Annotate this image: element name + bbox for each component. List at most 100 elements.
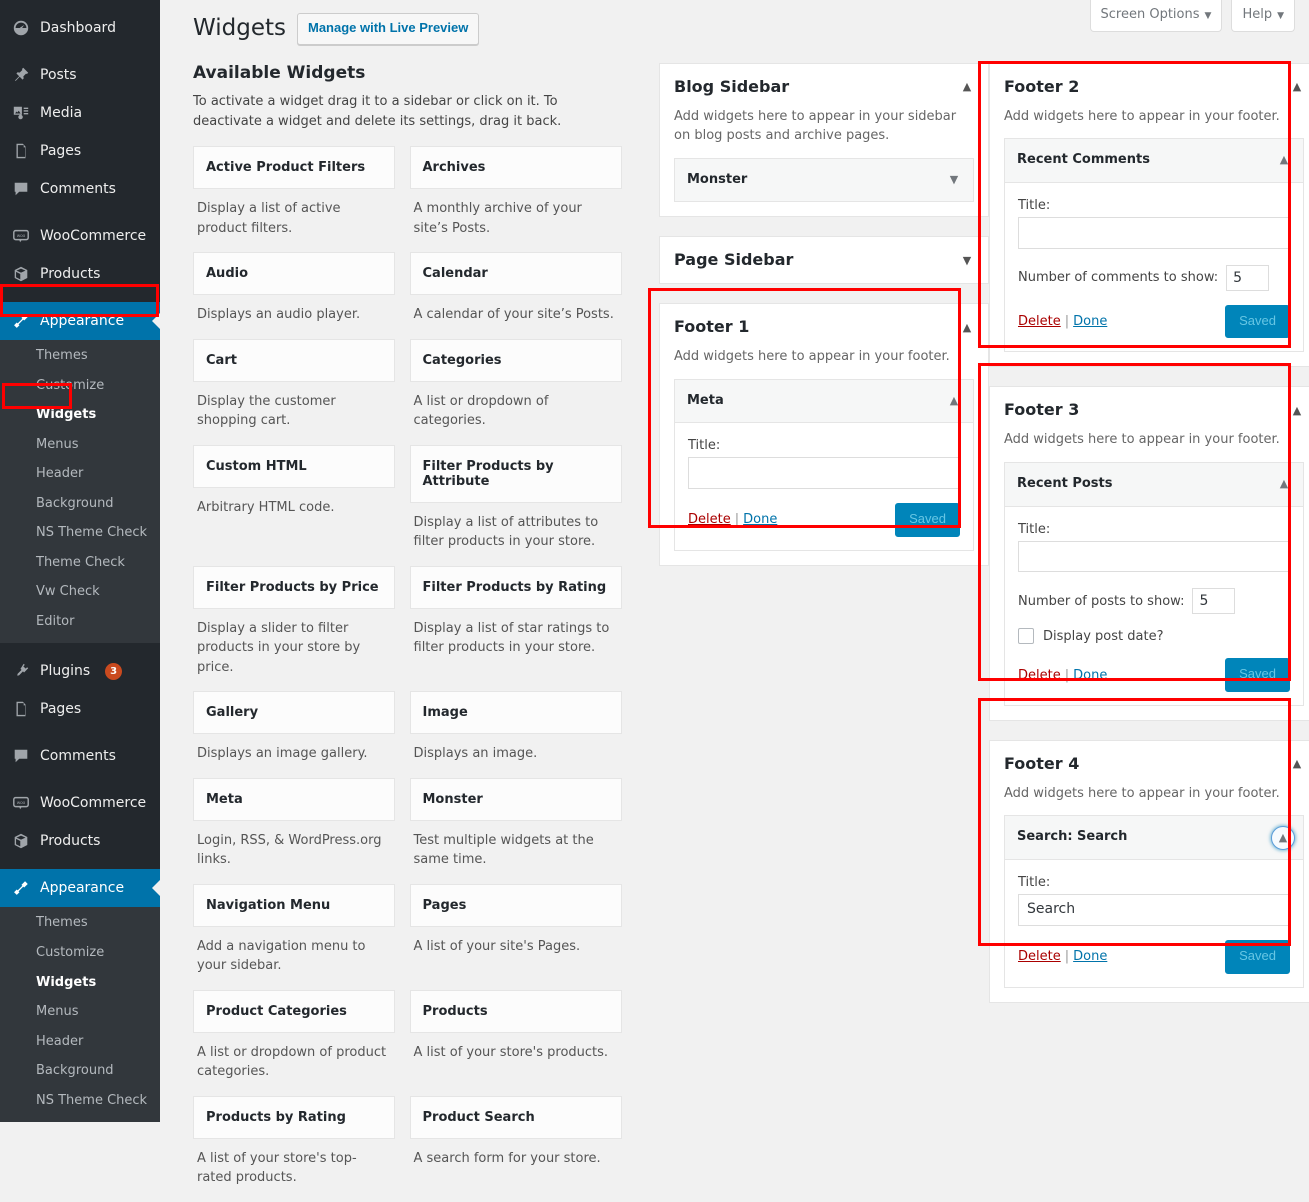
sidebar-item-comments[interactable]: Comments <box>0 170 160 208</box>
submenu-item-ns-theme-check-2[interactable]: NS Theme Check <box>0 1086 160 1116</box>
sidebar-item-products-2[interactable]: Products <box>0 822 160 860</box>
save-button[interactable]: Saved <box>895 503 960 537</box>
chevron-up-icon[interactable]: ▲ <box>1271 826 1295 850</box>
available-widget-description: Display a list of star ratings to filter… <box>410 609 623 658</box>
chevron-up-icon[interactable]: ▲ <box>947 394 961 408</box>
posts-count-input[interactable] <box>1192 588 1235 614</box>
submenu-item-menus-2[interactable]: Menus <box>0 997 160 1027</box>
submenu-item-themes[interactable]: Themes <box>0 341 160 371</box>
sidebar-item-posts[interactable]: Posts <box>0 56 160 94</box>
delete-link[interactable]: Delete <box>1018 668 1061 683</box>
available-widget-button[interactable]: Categories <box>410 339 623 382</box>
save-button[interactable]: Saved <box>1225 305 1290 339</box>
title-input[interactable] <box>1018 217 1290 249</box>
panel-header[interactable]: Footer 3 ▲ Add widgets here to appear in… <box>990 387 1309 461</box>
manage-live-preview-button[interactable]: Manage with Live Preview <box>297 13 479 45</box>
chevron-up-icon[interactable]: ▲ <box>1290 80 1304 94</box>
available-widget-button[interactable]: Gallery <box>193 691 395 734</box>
chevron-up-icon[interactable]: ▲ <box>960 320 974 334</box>
sidebar-item-pages-2[interactable]: Pages <box>0 690 160 728</box>
panel-header[interactable]: Blog Sidebar ▲ Add widgets here to appea… <box>660 64 988 158</box>
available-widget-button[interactable]: Pages <box>410 884 623 927</box>
done-link[interactable]: Done <box>1073 949 1107 964</box>
submenu-item-theme-check-2[interactable]: Theme Check <box>0 1115 160 1122</box>
available-widget-button[interactable]: Products by Rating <box>193 1096 395 1139</box>
available-widget-button[interactable]: Calendar <box>410 252 623 295</box>
screen-options-button[interactable]: Screen Options▼ <box>1090 0 1223 32</box>
panel-header[interactable]: Footer 1 ▲ Add widgets here to appear in… <box>660 304 988 378</box>
submenu-item-editor[interactable]: Editor <box>0 607 160 637</box>
available-widget-button[interactable]: Audio <box>193 252 395 295</box>
available-widget-button[interactable]: Cart <box>193 339 395 382</box>
submenu-item-widgets-2[interactable]: Widgets <box>0 968 160 998</box>
available-widget-button[interactable]: Filter Products by Attribute <box>410 445 623 503</box>
submenu-item-customize[interactable]: Customize <box>0 371 160 401</box>
sidebar-item-woocommerce-2[interactable]: woo WooCommerce <box>0 784 160 822</box>
sidebar-item-plugins[interactable]: Plugins 3 <box>0 652 160 690</box>
title-label: Title: <box>688 438 960 453</box>
submenu-item-menus[interactable]: Menus <box>0 430 160 460</box>
submenu-item-theme-check[interactable]: Theme Check <box>0 548 160 578</box>
submenu-item-vw-check[interactable]: Vw Check <box>0 577 160 607</box>
chevron-down-icon[interactable]: ▼ <box>960 253 974 267</box>
chevron-down-icon[interactable]: ▼ <box>947 173 961 187</box>
done-link[interactable]: Done <box>1073 668 1107 683</box>
save-button[interactable]: Saved <box>1225 940 1290 974</box>
submenu-item-header[interactable]: Header <box>0 459 160 489</box>
delete-link[interactable]: Delete <box>688 512 731 527</box>
available-widget-button[interactable]: Product Search <box>410 1096 623 1139</box>
delete-link[interactable]: Delete <box>1018 949 1061 964</box>
available-widget-button[interactable]: Custom HTML <box>193 445 395 488</box>
title-input[interactable] <box>1018 541 1290 573</box>
available-widget-button[interactable]: Active Product Filters <box>193 146 395 189</box>
available-widget-button[interactable]: Monster <box>410 778 623 821</box>
save-button[interactable]: Saved <box>1225 658 1290 692</box>
submenu-item-widgets[interactable]: Widgets <box>0 400 160 430</box>
submenu-item-background-2[interactable]: Background <box>0 1056 160 1086</box>
chevron-up-icon[interactable]: ▲ <box>1290 403 1304 417</box>
sidebar-item-dashboard[interactable]: Dashboard <box>0 9 160 47</box>
available-widget-button[interactable]: Product Categories <box>193 990 395 1033</box>
done-link[interactable]: Done <box>743 512 777 527</box>
chevron-up-icon[interactable]: ▲ <box>960 80 974 94</box>
submenu-item-ns-theme-check[interactable]: NS Theme Check <box>0 518 160 548</box>
sidebar-item-appearance[interactable]: Appearance <box>0 302 160 340</box>
panel-header[interactable]: Footer 2 ▲ Add widgets here to appear in… <box>990 64 1309 138</box>
comments-count-input[interactable] <box>1226 265 1269 291</box>
submenu-item-themes-2[interactable]: Themes <box>0 908 160 938</box>
sidebar-item-woocommerce[interactable]: woo WooCommerce <box>0 217 160 255</box>
chevron-up-icon[interactable]: ▲ <box>1290 757 1304 771</box>
sidebar-item-comments-2[interactable]: Comments <box>0 737 160 775</box>
chevron-up-icon[interactable]: ▲ <box>1277 154 1291 168</box>
display-post-date-row[interactable]: Display post date? <box>1018 628 1290 644</box>
sidebar-item-media[interactable]: Media <box>0 94 160 132</box>
done-link[interactable]: Done <box>1073 314 1107 329</box>
sidebar-item-pages[interactable]: Pages <box>0 132 160 170</box>
available-widget-button[interactable]: Image <box>410 691 623 734</box>
help-button[interactable]: Help▼ <box>1231 0 1295 32</box>
products-icon <box>11 831 31 851</box>
display-post-date-checkbox[interactable] <box>1018 628 1034 644</box>
submenu-item-background[interactable]: Background <box>0 489 160 519</box>
delete-link[interactable]: Delete <box>1018 314 1061 329</box>
widget-header[interactable]: Meta ▲ <box>675 380 973 424</box>
widget-header[interactable]: Recent Comments ▲ <box>1005 139 1303 183</box>
widget-header[interactable]: Monster ▼ <box>675 159 973 202</box>
available-widget-button[interactable]: Navigation Menu <box>193 884 395 927</box>
available-widget-button[interactable]: Products <box>410 990 623 1033</box>
available-widget-button[interactable]: Archives <box>410 146 623 189</box>
submenu-item-header-2[interactable]: Header <box>0 1027 160 1057</box>
available-widget-button[interactable]: Filter Products by Rating <box>410 566 623 609</box>
widget-header[interactable]: Search: Search ▲ <box>1005 816 1303 860</box>
widget-header[interactable]: Recent Posts ▲ <box>1005 463 1303 507</box>
available-widget-button[interactable]: Filter Products by Price <box>193 566 395 609</box>
panel-header[interactable]: Footer 4 ▲ Add widgets here to appear in… <box>990 741 1309 815</box>
sidebar-item-products[interactable]: Products <box>0 255 160 293</box>
available-widget-button[interactable]: Meta <box>193 778 395 821</box>
title-input[interactable] <box>1018 894 1290 926</box>
chevron-up-icon[interactable]: ▲ <box>1277 477 1291 491</box>
panel-header[interactable]: Page Sidebar ▼ <box>660 237 988 283</box>
sidebar-item-appearance-2[interactable]: Appearance <box>0 869 160 907</box>
submenu-item-customize-2[interactable]: Customize <box>0 938 160 968</box>
title-input[interactable] <box>688 457 960 489</box>
